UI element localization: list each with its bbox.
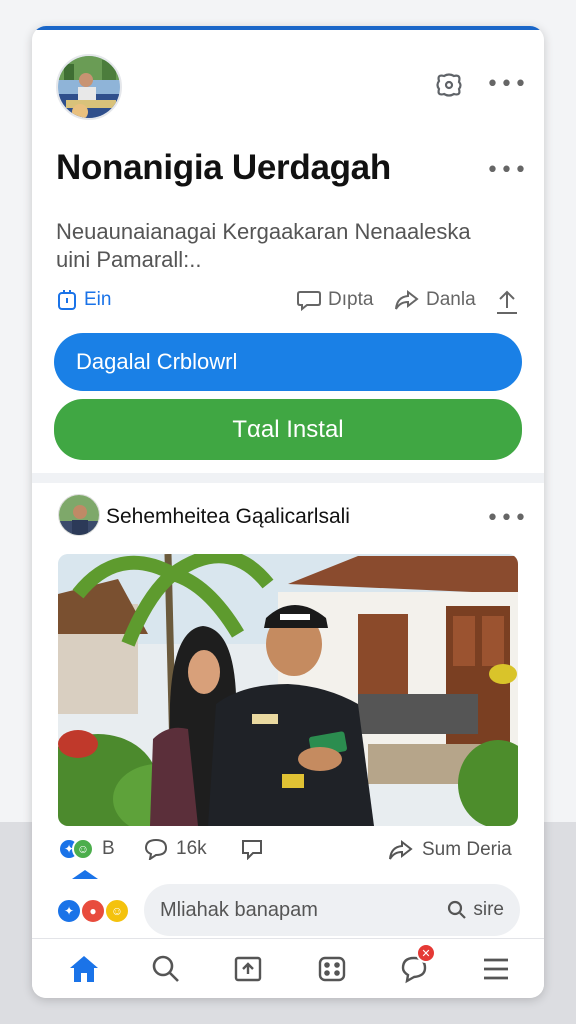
upload-icon[interactable] (230, 951, 266, 987)
home-icon[interactable] (66, 951, 102, 987)
section-divider (32, 473, 544, 483)
top-accent-strip (32, 26, 544, 30)
games-icon[interactable] (432, 68, 466, 102)
profile-avatar[interactable] (56, 54, 122, 120)
search-icon[interactable] (148, 951, 184, 987)
more-options-icon[interactable]: ••• (486, 72, 527, 98)
notification-badge-icon: ✕ (416, 943, 436, 963)
likes-count[interactable]: ✦ ☺ B (58, 838, 115, 860)
post-photo[interactable] (58, 554, 518, 826)
comment-action-label: sire (473, 899, 504, 920)
laugh-icon: ☺ (72, 838, 94, 860)
poster-avatar[interactable] (58, 494, 100, 536)
page-title: Nonanigia Uerdagah (56, 148, 391, 187)
title-more-icon[interactable]: ••• (486, 158, 527, 184)
dipta-label: Dıpta (328, 289, 374, 310)
post-author[interactable]: Sehemheitea Gąalicarlsali (106, 505, 350, 529)
install-button[interactable]: Tαal Instal (54, 399, 522, 460)
bottom-nav: ✕ (32, 938, 544, 998)
comment-input[interactable]: Mliahak banapam sire (144, 884, 520, 936)
ein-label: Ein (84, 289, 112, 310)
like-reaction-icon[interactable]: ✦ (56, 898, 82, 924)
danla-label: Danla (426, 289, 476, 310)
share-action[interactable]: Danla (394, 288, 476, 312)
post-more-icon[interactable]: ••• (486, 506, 527, 532)
comment-icon[interactable] (240, 838, 264, 860)
action-row: Ein Dıpta Danla (56, 288, 522, 318)
comments-count[interactable]: 16k (144, 838, 207, 860)
notifications-icon[interactable]: ✕ (396, 943, 436, 987)
ein-action[interactable]: Ein (56, 288, 111, 312)
comment-placeholder: Mliahak banapam (160, 898, 318, 921)
active-reaction-marker (72, 870, 98, 879)
reaction-picker[interactable]: ✦ ● ☺ (56, 898, 130, 924)
haha-reaction-icon[interactable]: ☺ (104, 898, 130, 924)
comment-action[interactable]: Dıpta (296, 288, 373, 312)
games-icon[interactable] (314, 951, 350, 987)
comment-search-action[interactable]: sire (447, 899, 504, 921)
app-window: ••• Nonanigia Uerdagah ••• Neuaunaianaga… (32, 26, 544, 998)
upload-icon[interactable] (494, 288, 520, 316)
share-value: Sum Deria (422, 839, 512, 860)
page-description: Neuaunaianagai Kergaakaran Nenaaleska ui… (56, 219, 471, 272)
likes-value: B (102, 838, 115, 859)
reaction-row: ✦ ☺ B 16k Sum Deria (58, 838, 520, 868)
comments-value: 16k (176, 838, 207, 859)
primary-button[interactable]: Dagalal Crblowrl (54, 333, 522, 391)
comment-row: ✦ ● ☺ Mliahak banapam sire (56, 884, 522, 938)
menu-icon[interactable] (478, 951, 514, 987)
post-share-action[interactable]: Sum Deria (388, 838, 512, 862)
love-reaction-icon[interactable]: ● (80, 898, 106, 924)
